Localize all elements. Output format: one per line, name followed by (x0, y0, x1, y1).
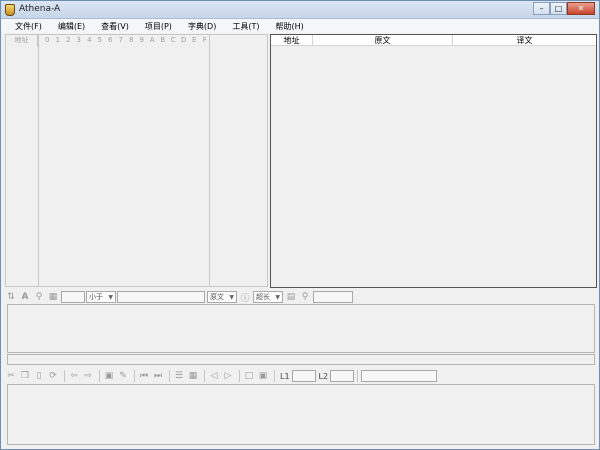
table-icon[interactable]: ▦ (187, 370, 199, 382)
chevron-down-icon: ▼ (275, 294, 280, 301)
chevron-down-icon: ▼ (108, 294, 113, 301)
menu-file[interactable]: 文件(F) (9, 19, 48, 33)
zoom-icon[interactable]: □ (243, 370, 255, 382)
hex-column-header: 2 (66, 36, 71, 44)
status-line (7, 354, 595, 365)
fit-icon[interactable]: ▣ (257, 370, 269, 382)
string-table-panel[interactable]: 地址 原文 译文 (270, 34, 597, 288)
search-text-input[interactable] (117, 291, 205, 303)
hex-column-header: 4 (87, 36, 92, 44)
maximize-button[interactable]: □ (550, 2, 567, 15)
hex-view-panel[interactable]: 地址 0 1 2 3 4 5 6 7 8 9 A B C D E F (5, 34, 268, 287)
hex-column-header: B (160, 36, 166, 44)
hex-header: 地址 0 1 2 3 4 5 6 7 8 9 A B C D E F (6, 35, 267, 47)
toolbar-separator (239, 370, 240, 382)
compare-select[interactable]: 小于 ▼ (86, 291, 116, 303)
l1-input[interactable] (291, 370, 316, 382)
overlength-select-value: 超长 (256, 293, 270, 301)
document-icon[interactable]: ▤ (285, 291, 297, 303)
toolbar-separator (274, 370, 275, 382)
toolbar-separator (357, 370, 359, 382)
last-icon[interactable]: ⏭ (152, 370, 164, 382)
menu-bar: 文件(F) 编辑(E) 查看(V) 项目(P) 字典(D) 工具(T) 帮助(H… (1, 19, 599, 33)
hex-column-header: 5 (97, 36, 102, 44)
search-toolbar: ⇅ A ⚲ ▦ 小于 ▼ 原文 ▼ ⓘ 超长 ▼ ▤ ⚲ (5, 289, 353, 305)
close-button[interactable]: ✕ (567, 2, 595, 15)
hex-column-header: 3 (76, 36, 81, 44)
hex-address-divider (38, 35, 39, 286)
edit-icon[interactable]: ✎ (117, 370, 129, 382)
first-icon[interactable]: ⏮ (138, 370, 150, 382)
info-icon[interactable]: ⓘ (239, 291, 251, 304)
toolbar-separator (99, 370, 100, 382)
hex-column-header: 6 (108, 36, 113, 44)
translation-text-area[interactable] (7, 384, 595, 445)
toolbar-separator (134, 370, 135, 382)
cut-icon[interactable]: ✂ (5, 370, 17, 382)
column-header-translation[interactable]: 译文 (453, 35, 596, 45)
title-bar: Athena-A – □ ✕ (1, 1, 599, 19)
l1-label: L1 (280, 371, 290, 381)
sort-icon[interactable]: ⇅ (5, 291, 17, 303)
back-arrow-icon[interactable]: ⇦ (68, 370, 80, 382)
status-field (361, 370, 438, 382)
hex-column-header: E (192, 36, 197, 44)
minimize-button[interactable]: – (533, 2, 550, 15)
save-icon[interactable]: ▣ (103, 370, 115, 382)
hex-address-header: 地址 (6, 35, 38, 47)
hex-column-header: 7 (118, 36, 123, 44)
toolbar-separator (169, 370, 170, 382)
menu-view[interactable]: 查看(V) (95, 19, 135, 33)
menu-edit[interactable]: 编辑(E) (52, 19, 91, 33)
app-window: Athena-A – □ ✕ 文件(F) 编辑(E) 查看(V) 项目(P) 字… (0, 0, 600, 450)
hex-column-header: 9 (139, 36, 144, 44)
column-header-original[interactable]: 原文 (313, 35, 453, 45)
find-icon[interactable]: ⚲ (299, 291, 311, 303)
window-controls: – □ ✕ (533, 2, 595, 16)
menu-tools[interactable]: 工具(T) (226, 19, 265, 33)
toolbar-separator (204, 370, 205, 382)
list-icon[interactable]: ☰ (173, 370, 185, 382)
menu-dictionary[interactable]: 字典(D) (182, 19, 222, 33)
overlength-select[interactable]: 超长 ▼ (253, 291, 283, 303)
hex-column-header: A (149, 36, 155, 44)
play-next-icon[interactable]: ▷ (222, 370, 234, 382)
hex-column-header: 8 (129, 36, 134, 44)
table-header: 地址 原文 译文 (271, 35, 596, 46)
l2-label: L2 (318, 371, 329, 381)
hex-column-headers: 0 1 2 3 4 5 6 7 8 9 A B C D E F (38, 35, 210, 47)
play-prev-icon[interactable]: ◁ (208, 370, 220, 382)
column-header-address[interactable]: 地址 (271, 35, 313, 45)
chevron-down-icon: ▼ (229, 294, 234, 301)
paste-icon[interactable]: ▯ (33, 370, 45, 382)
text-type-select-value: 原文 (210, 293, 224, 301)
search-icon[interactable]: ⚲ (33, 291, 45, 303)
refresh-icon[interactable]: ⟳ (47, 370, 59, 382)
original-text-area[interactable] (7, 304, 595, 353)
compare-select-value: 小于 (89, 293, 103, 301)
hex-ascii-divider (209, 35, 210, 286)
font-size-icon[interactable]: A (19, 291, 31, 303)
edit-toolbar: ✂ ❐ ▯ ⟳ ⇦ ⇨ ▣ ✎ ⏮ ⏭ ☰ ▦ ◁ ▷ □ ▣ L1 L2 (5, 368, 438, 384)
toolbar-separator (64, 370, 65, 382)
find-input[interactable] (313, 291, 353, 303)
hex-column-header: 1 (55, 36, 60, 44)
text-type-select[interactable]: 原文 ▼ (207, 291, 237, 303)
copy-icon[interactable]: ❐ (19, 370, 31, 382)
menu-project[interactable]: 项目(P) (139, 19, 178, 33)
hex-column-header: 0 (45, 36, 50, 44)
length-input[interactable] (61, 291, 85, 303)
grid-icon[interactable]: ▦ (47, 291, 59, 303)
window-title: Athena-A (19, 4, 61, 14)
app-icon (5, 4, 15, 16)
l2-input[interactable] (330, 370, 355, 382)
hex-column-header: D (181, 36, 187, 44)
hex-column-header: C (170, 36, 176, 44)
menu-help[interactable]: 帮助(H) (269, 19, 309, 33)
forward-arrow-icon[interactable]: ⇨ (82, 370, 94, 382)
